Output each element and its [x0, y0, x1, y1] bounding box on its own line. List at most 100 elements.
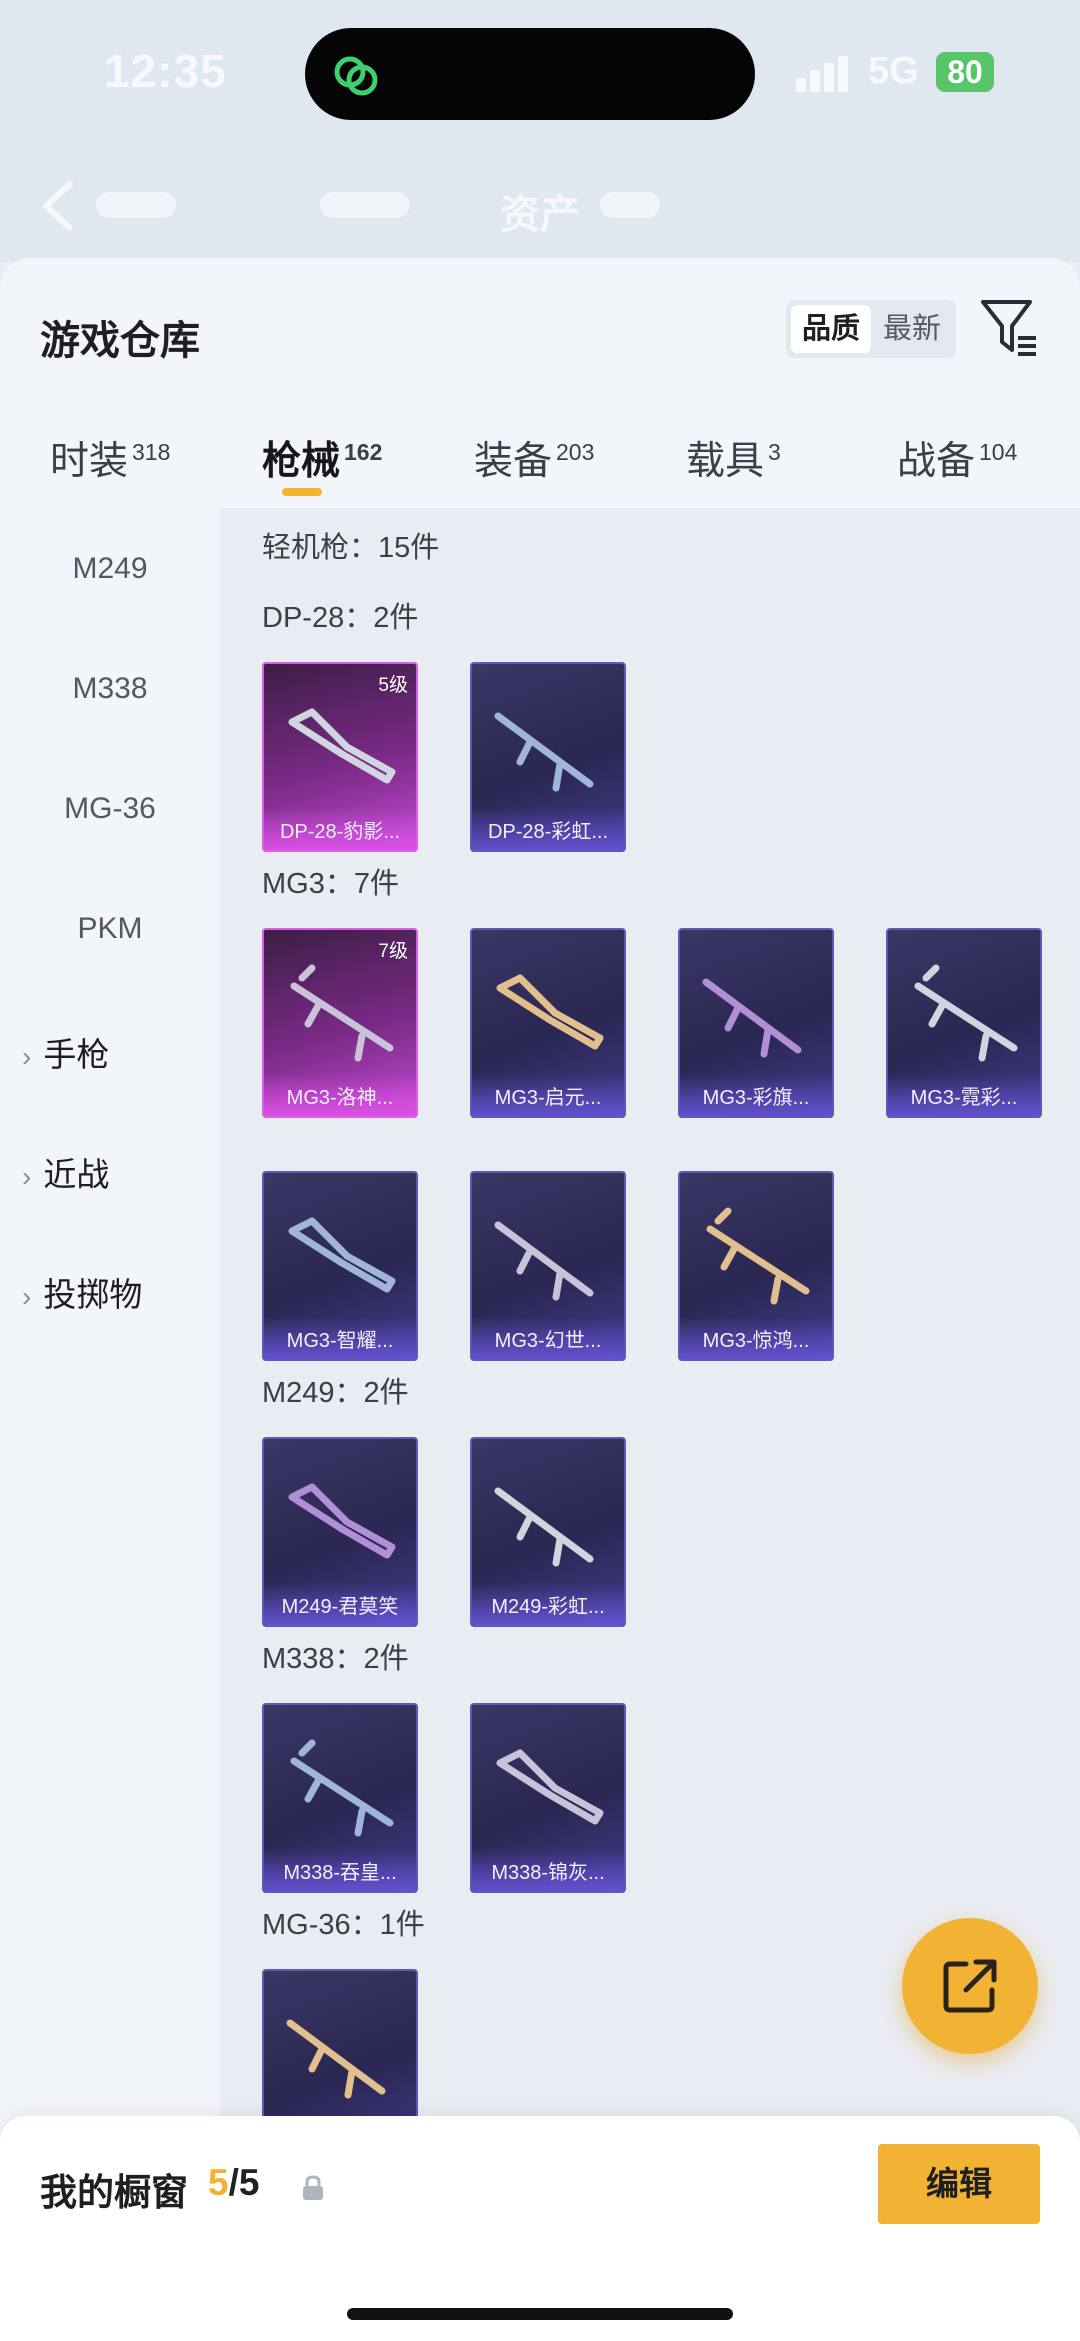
skin-card[interactable]: M249-彩虹...: [470, 1437, 626, 1627]
skin-name: MG3-幻世...: [494, 1330, 602, 1352]
active-tab-indicator: [282, 488, 322, 496]
tab-count: 162: [344, 439, 383, 465]
lock-icon: [303, 2175, 323, 2200]
category-tabs: 时装 318 枪械 162 装备 203 载具 3 战备 104: [0, 408, 1080, 508]
category-item[interactable]: M338: [0, 672, 220, 706]
skin-name: MG3-彩旗...: [702, 1087, 810, 1109]
skin-card[interactable]: MG3-智耀...: [262, 1171, 418, 1361]
weapon-image: [706, 1207, 810, 1305]
chevron-right-icon: ›: [22, 1161, 32, 1192]
chat-bubble-icon: [334, 56, 378, 96]
chevron-right-icon: ›: [22, 1281, 32, 1312]
weapon-image: [496, 974, 604, 1050]
skin-card[interactable]: MG3-幻世...: [470, 1171, 626, 1361]
back-chevron-icon[interactable]: [38, 180, 78, 232]
group-header: MG3：7件: [262, 868, 399, 900]
weapon-image: [702, 978, 802, 1058]
network-type: 5G: [868, 50, 919, 92]
skin-name: MG3-霓彩...: [910, 1087, 1018, 1109]
skin-level: 5级: [378, 675, 408, 696]
tab-equipment[interactable]: 装备 203: [474, 430, 594, 486]
showcase-count: 5/5: [208, 2162, 259, 2204]
skin-card[interactable]: M249-君莫笑: [262, 1437, 418, 1627]
tab-fashion[interactable]: 时装 318: [50, 430, 170, 486]
tab-label: 时装: [50, 440, 129, 483]
category-group-pistol[interactable]: › 手枪: [22, 1028, 109, 1076]
weapon-image: [494, 1487, 594, 1567]
weapon-category-list: M249 M338 MG-36 PKM › 手枪 › 近战 › 投掷物: [0, 508, 220, 2341]
showcase-total: /5: [228, 2162, 260, 2203]
sort-quality-button[interactable]: 品质: [791, 305, 871, 353]
skin-card[interactable]: MG3-霓彩...: [886, 928, 1042, 1118]
showcase-current: 5: [208, 2162, 229, 2203]
tab-label: 载具: [686, 440, 765, 483]
skin-name: MG3-洛神...: [286, 1087, 394, 1109]
tab-label: 装备: [474, 440, 553, 483]
skin-name: MG3-智耀...: [286, 1330, 394, 1352]
weapon-image: [288, 1217, 396, 1293]
sheet-title: 游戏仓库: [40, 319, 200, 363]
group-header: DP-28：2件: [262, 602, 419, 634]
category-group-throwables[interactable]: › 投掷物: [22, 1268, 142, 1316]
tab-label: 枪械: [262, 440, 341, 483]
edit-button[interactable]: 编辑: [878, 2144, 1040, 2224]
tab-count: 104: [979, 439, 1018, 465]
category-group-label: 近战: [43, 1156, 110, 1193]
filter-icon[interactable]: [980, 298, 1038, 358]
group-header: M249：2件: [262, 1377, 409, 1409]
skin-name: MG3-惊鸿...: [702, 1330, 810, 1352]
skin-name: M338-吞皇...: [283, 1862, 397, 1884]
skin-level: 7级: [378, 941, 408, 962]
home-indicator: [347, 2308, 733, 2320]
group-header: M338：2件: [262, 1643, 409, 1675]
share-external-icon: [943, 1959, 997, 2013]
status-bar: 12:35 5G 80: [0, 0, 1080, 150]
page-header: 资产: [0, 160, 1080, 250]
tab-supplies[interactable]: 战备 104: [897, 430, 1017, 486]
skin-name: M249-彩虹...: [491, 1596, 605, 1618]
skin-name: M249-君莫笑: [281, 1596, 399, 1618]
skin-card[interactable]: 5级 DP-28-豹影...: [262, 662, 418, 852]
sort-latest-button[interactable]: 最新: [872, 305, 952, 353]
signal-icon: [796, 56, 848, 92]
weapon-image: [496, 1749, 604, 1825]
skin-card[interactable]: 7级 MG3-洛神...: [262, 928, 418, 1118]
tab-count: 3: [768, 439, 781, 465]
chevron-right-icon: ›: [22, 1041, 32, 1072]
skin-card[interactable]: DP-28-彩虹...: [470, 662, 626, 852]
weapon-image: [290, 1739, 394, 1837]
tab-vehicles[interactable]: 载具 3: [686, 430, 781, 486]
skin-card[interactable]: MG3-启元...: [470, 928, 626, 1118]
battery-level: 80: [936, 52, 994, 92]
category-item[interactable]: M249: [0, 552, 220, 586]
weapon-image: [290, 964, 394, 1062]
skin-card[interactable]: M338-锦灰...: [470, 1703, 626, 1893]
category-group-melee[interactable]: › 近战: [22, 1148, 109, 1196]
tab-label: 战备: [897, 440, 976, 483]
weapon-image: [288, 1483, 396, 1559]
category-group-label: 手枪: [43, 1036, 110, 1073]
skin-card[interactable]: MG3-彩旗...: [678, 928, 834, 1118]
category-item[interactable]: PKM: [0, 912, 220, 946]
page-title: 资产: [500, 193, 580, 237]
blurred-tab: [320, 192, 410, 218]
status-time: 12:35: [104, 45, 227, 97]
skin-name: DP-28-豹影...: [279, 821, 401, 843]
weapon-image: [494, 1221, 594, 1301]
category-item[interactable]: MG-36: [0, 792, 220, 826]
weapon-image: [288, 708, 396, 784]
blurred-tab: [96, 192, 176, 218]
weapon-grid: 轻机枪：15件 DP-28：2件 MG3：7件 M249：2件 M338：2件 …: [220, 508, 1080, 2341]
blurred-tab: [600, 192, 660, 218]
category-group-label: 投掷物: [43, 1276, 143, 1313]
tab-count: 203: [556, 439, 595, 465]
group-header: MG-36：1件: [262, 1909, 425, 1941]
share-button[interactable]: [902, 1918, 1038, 2054]
skin-card[interactable]: MG3-惊鸿...: [678, 1171, 834, 1361]
skin-card[interactable]: M338-吞皇...: [262, 1703, 418, 1893]
weapon-image: [286, 2019, 386, 2099]
sort-toggle: 品质 最新: [786, 300, 956, 358]
showcase-label: 我的橱窗: [40, 2172, 188, 2213]
tab-firearms[interactable]: 枪械 162: [262, 430, 382, 486]
weapon-image: [494, 712, 594, 792]
